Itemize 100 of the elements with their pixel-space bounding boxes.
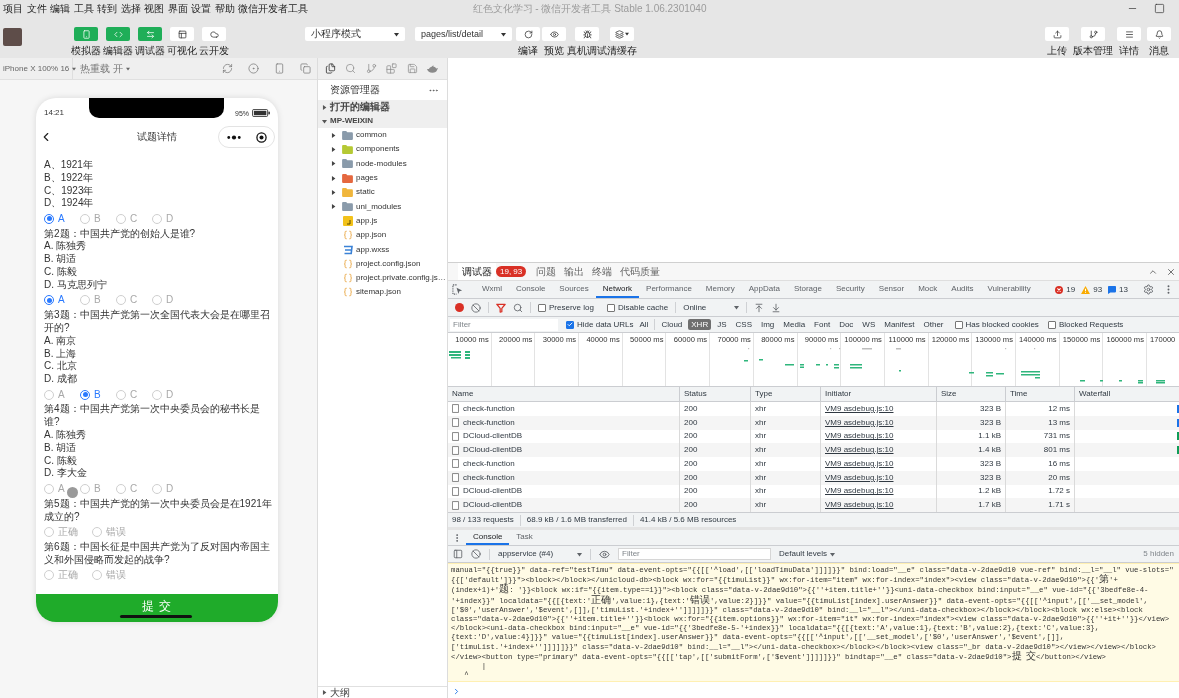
settings-icon[interactable] [1143, 284, 1154, 295]
initiator-link[interactable]: VM9 asdebug.js:10 [825, 432, 894, 441]
hot-reload-dropdown[interactable]: 热重载 开 [80, 58, 130, 79]
checkbox-option[interactable]: Preserve log [538, 303, 594, 312]
files-icon[interactable] [324, 63, 336, 74]
type-filter[interactable]: XHR [688, 319, 712, 330]
toolbar-button[interactable]: 预览 [541, 27, 567, 56]
panel-tab[interactable]: 输出 [560, 263, 589, 280]
tree-item[interactable]: common [318, 128, 447, 143]
toolbar-button[interactable]: 云开发 [199, 27, 229, 56]
section-header[interactable]: 大纲 [318, 686, 447, 698]
tree-item[interactable]: components [318, 142, 447, 157]
initiator-link[interactable]: VM9 asdebug.js:10 [825, 487, 894, 496]
type-filter[interactable]: Doc [836, 319, 857, 330]
search-icon[interactable] [513, 302, 523, 313]
toolbar-button[interactable]: 编译 [515, 27, 541, 56]
type-filter[interactable]: Manifest [881, 319, 918, 330]
filter-input[interactable]: Filter [450, 318, 558, 331]
eye-icon[interactable] [599, 548, 610, 560]
type-filter[interactable]: Media [780, 319, 809, 330]
devtools-tab[interactable]: Console [509, 281, 553, 298]
column-header[interactable]: Name [448, 387, 680, 401]
type-filter[interactable]: CSS [732, 319, 755, 330]
throttling-dropdown[interactable]: Online [683, 303, 740, 312]
import-icon[interactable] [754, 302, 765, 313]
type-filter[interactable]: Other [920, 319, 947, 330]
devtools-tab[interactable]: Sensor [871, 281, 912, 298]
column-header[interactable]: Size [937, 387, 1006, 401]
type-filter[interactable]: JS [714, 319, 730, 330]
toolbar-button[interactable]: 真机调试 [567, 27, 607, 56]
refresh-icon[interactable] [222, 63, 233, 74]
type-filter[interactable]: Img [757, 319, 778, 330]
toolbar-button[interactable]: 消息 [1145, 27, 1173, 56]
menu-item[interactable]: 设置 [191, 3, 211, 14]
toolbar-button[interactable]: 版本管理 [1073, 27, 1113, 56]
toolbar-button[interactable]: 模拟器 [71, 27, 101, 56]
panel-tab[interactable]: 调试器 [458, 263, 496, 280]
tree-item[interactable]: app.json [318, 228, 447, 243]
toolbar-button[interactable]: 详情 [1115, 27, 1143, 56]
menu-item[interactable]: 项目 [3, 3, 23, 14]
inspect-icon[interactable] [452, 284, 463, 295]
save-icon[interactable] [406, 63, 418, 74]
menu-item[interactable]: 转到 [97, 3, 117, 14]
export-icon[interactable] [771, 302, 782, 313]
tree-item[interactable]: uni_modules [318, 199, 447, 214]
checkbox-option[interactable]: Blocked Requests [1047, 320, 1124, 329]
toolbar-button[interactable]: 上传 [1043, 27, 1071, 56]
menu-item[interactable]: 文件 [26, 3, 47, 14]
devtools-tab[interactable]: Audits [944, 281, 981, 298]
initiator-link[interactable]: VM9 asdebug.js:10 [825, 459, 894, 468]
drawer-tab[interactable]: Task [509, 530, 540, 545]
phone-icon[interactable] [274, 63, 285, 74]
branch-icon[interactable] [365, 63, 377, 74]
column-header[interactable]: Initiator [821, 387, 937, 401]
clear-icon[interactable] [471, 549, 481, 559]
devtools-tab[interactable]: Storage [786, 281, 829, 298]
devtools-tab[interactable]: Vulnerability [980, 281, 1038, 298]
prompt-icon[interactable] [452, 687, 461, 697]
table-row[interactable]: DCloud-clientDB 200 xhr VM9 asdebug.js:10 1.4 kB 801 ms [448, 443, 1179, 457]
sidebar-icon[interactable] [453, 549, 463, 559]
record-icon[interactable] [455, 303, 464, 312]
context-dropdown[interactable]: appservice (#4) [498, 550, 582, 558]
filter-icon[interactable] [496, 302, 506, 313]
tree-item[interactable]: node-modules [318, 156, 447, 171]
menu-item[interactable]: 微信开发者工具 [238, 3, 308, 14]
menu-item[interactable]: 编辑 [50, 3, 70, 14]
search-icon[interactable] [345, 63, 357, 74]
table-row[interactable]: DCloud-clientDB 200 xhr VM9 asdebug.js:10 1.7 kB 1.71 s [448, 498, 1179, 512]
devtools-tab[interactable]: Mock [911, 281, 945, 298]
devtools-tab[interactable]: Memory [698, 281, 742, 298]
close-icon[interactable] [1166, 266, 1176, 277]
panel-tab[interactable]: 代码质量 [616, 263, 665, 280]
page-path-dropdown[interactable]: pages/list/detail [415, 27, 512, 41]
section-header[interactable]: 打开的编辑器 [318, 100, 447, 114]
filter-input[interactable]: Filter [618, 548, 771, 560]
toolbar-button[interactable]: 调试器 [135, 27, 165, 56]
checkbox-option[interactable]: Has blocked cookies [954, 320, 1039, 329]
toolbar-button[interactable]: 清缓存 [607, 27, 637, 56]
type-filter[interactable]: WS [859, 319, 879, 330]
levels-dropdown[interactable]: Default levels [779, 550, 836, 558]
whale-icon[interactable] [427, 64, 439, 73]
column-header[interactable]: Time [1006, 387, 1075, 401]
toolbar-button[interactable]: 编辑器 [103, 27, 133, 56]
devtools-tab[interactable]: Performance [639, 281, 699, 298]
tree-item[interactable]: app.js [318, 213, 447, 229]
record-icon[interactable] [248, 63, 259, 74]
tree-item[interactable]: sitemap.json [318, 285, 447, 300]
menu-item[interactable]: 帮助 [214, 3, 235, 14]
checkbox-option[interactable]: Disable cache [606, 303, 669, 312]
menu-item[interactable]: 工具 [73, 3, 94, 14]
section-header[interactable]: MP-WEIXIN [318, 114, 447, 128]
devtools-tab[interactable]: Sources [552, 281, 596, 298]
clear-icon[interactable] [471, 302, 481, 313]
radio-option[interactable]: B [80, 389, 101, 400]
tree-item[interactable]: app.wxss [318, 242, 447, 257]
menu-item[interactable]: 视图 [144, 3, 164, 14]
maximize-icon[interactable] [1154, 3, 1165, 14]
panel-tab[interactable]: 终端 [588, 263, 617, 280]
type-filter[interactable]: Font [811, 319, 834, 330]
radio-option[interactable]: A [44, 295, 65, 306]
